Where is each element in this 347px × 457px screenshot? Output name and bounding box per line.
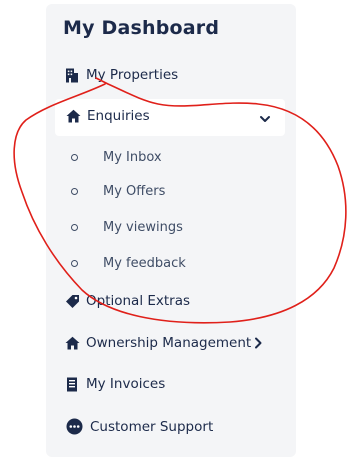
circle-bullet-icon — [71, 188, 78, 195]
sidebar-item-label: Customer Support — [90, 419, 214, 435]
sidebar-item-label: Enquiries — [87, 108, 150, 124]
page: My Dashboard My Properties Enquiries My … — [0, 0, 347, 457]
sidebar-item-label: My Invoices — [86, 376, 166, 392]
home-icon — [66, 109, 81, 123]
chevron-down-icon[interactable] — [258, 111, 272, 125]
sidebar-item-enquiries-label[interactable]: Enquiries — [66, 108, 150, 124]
circle-bullet-icon — [71, 154, 78, 161]
sidebar-item-my-properties[interactable]: My Properties — [64, 67, 178, 83]
submenu-item-label: My Inbox — [103, 150, 162, 165]
circle-bullet-icon — [71, 224, 78, 231]
submenu-item-label: My Offers — [103, 184, 166, 199]
dashboard-title: My Dashboard — [63, 17, 220, 39]
tag-icon — [64, 293, 80, 309]
sidebar-item-optional-extras[interactable]: Optional Extras — [64, 293, 190, 309]
circle-bullet-icon — [71, 260, 78, 267]
chat-bubble-icon — [64, 418, 84, 436]
sidebar-item-label: Optional Extras — [86, 293, 191, 309]
sidebar-item-label: Ownership Management — [86, 335, 252, 351]
submenu-item-my-feedback[interactable]: My feedback — [71, 256, 186, 271]
receipt-icon — [64, 376, 80, 392]
submenu-item-my-inbox[interactable]: My Inbox — [71, 150, 162, 165]
building-icon — [64, 67, 80, 83]
submenu-item-label: My feedback — [103, 256, 186, 271]
submenu-item-label: My viewings — [103, 220, 183, 235]
submenu-item-my-offers[interactable]: My Offers — [71, 184, 165, 199]
submenu-item-my-viewings[interactable]: My viewings — [71, 220, 183, 235]
sidebar-item-label: My Properties — [86, 67, 179, 83]
home-icon — [64, 335, 80, 351]
sidebar-item-customer-support[interactable]: Customer Support — [64, 418, 213, 436]
chevron-right-icon[interactable] — [254, 337, 263, 349]
sidebar-item-my-invoices[interactable]: My Invoices — [64, 376, 165, 392]
sidebar-item-ownership-management[interactable]: Ownership Management — [64, 335, 263, 351]
